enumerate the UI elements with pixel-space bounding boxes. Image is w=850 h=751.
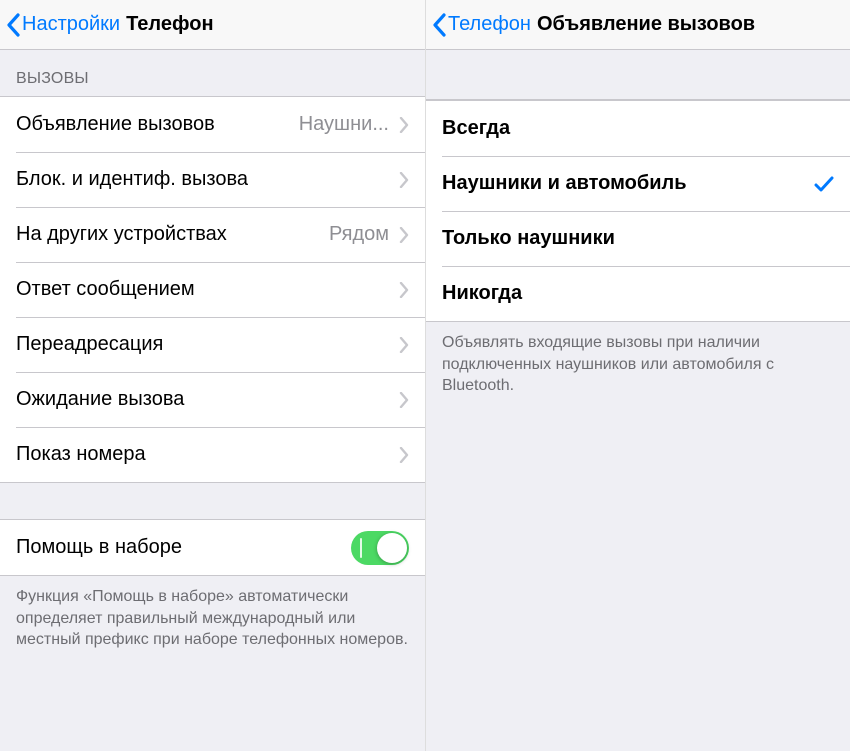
chevron-right-icon [399,117,409,133]
option-label: Наушники и автомобиль [442,172,806,195]
chevron-right-icon [399,172,409,188]
chevron-right-icon [399,337,409,353]
chevron-right-icon [399,392,409,408]
option-always[interactable]: Всегда [426,101,850,156]
section-header-calls: Вызовы [0,50,425,96]
announce-footer: Объявлять входящие вызовы при наличии по… [426,322,850,413]
row-label: На других устройствах [16,223,321,246]
back-label: Телефон [448,13,531,36]
row-block-identify[interactable]: Блок. и идентиф. вызова [0,152,425,207]
row-forwarding[interactable]: Переадресация [0,317,425,372]
option-never[interactable]: Никогда [426,266,850,321]
announce-calls-screen: Телефон Объявление вызовов Всегда Наушни… [425,0,850,751]
row-label: Переадресация [16,333,389,356]
chevron-right-icon [399,447,409,463]
row-label: Блок. и идентиф. вызова [16,168,389,191]
row-other-devices[interactable]: На других устройствах Рядом [0,207,425,262]
row-detail: Рядом [329,223,389,246]
row-call-waiting[interactable]: Ожидание вызова [0,372,425,427]
back-chevron-icon [6,13,20,37]
calls-list: Объявление вызовов Наушни... Блок. и иде… [0,96,425,483]
row-label: Объявление вызовов [16,113,291,136]
phone-settings-screen: Настройки Телефон Вызовы Объявление вызо… [0,0,425,751]
switch-on-indicator-icon [360,538,362,558]
page-title: Телефон [126,13,213,36]
navbar: Телефон Объявление вызовов [426,0,850,50]
back-label: Настройки [22,13,120,36]
page-title: Объявление вызовов [537,13,755,36]
back-button[interactable]: Телефон [432,13,531,37]
chevron-right-icon [399,282,409,298]
back-button[interactable]: Настройки [6,13,120,37]
navbar: Настройки Телефон [0,0,425,50]
option-label: Только наушники [442,227,834,250]
option-label: Никогда [442,282,834,305]
row-label: Ожидание вызова [16,388,389,411]
row-label: Показ номера [16,443,389,466]
switch-knob [377,533,407,563]
row-label: Помощь в наборе [16,536,351,559]
row-label: Ответ сообщением [16,278,389,301]
row-reply-message[interactable]: Ответ сообщением [0,262,425,317]
row-detail: Наушни... [299,113,389,136]
section-spacer-top [426,50,850,100]
back-chevron-icon [432,13,446,37]
row-dial-assist[interactable]: Помощь в наборе [0,520,425,575]
announce-options-list: Всегда Наушники и автомобиль Только науш… [426,100,850,322]
option-headphones-only[interactable]: Только наушники [426,211,850,266]
chevron-right-icon [399,227,409,243]
row-announce-calls[interactable]: Объявление вызовов Наушни... [0,97,425,152]
assist-list: Помощь в наборе [0,519,425,576]
option-headphones-car[interactable]: Наушники и автомобиль [426,156,850,211]
option-label: Всегда [442,117,834,140]
section-spacer [0,483,425,519]
dial-assist-toggle[interactable] [351,531,409,565]
row-show-number[interactable]: Показ номера [0,427,425,482]
checkmark-icon [814,176,834,192]
dial-assist-footer: Функция «Помощь в наборе» автоматически … [0,576,425,667]
